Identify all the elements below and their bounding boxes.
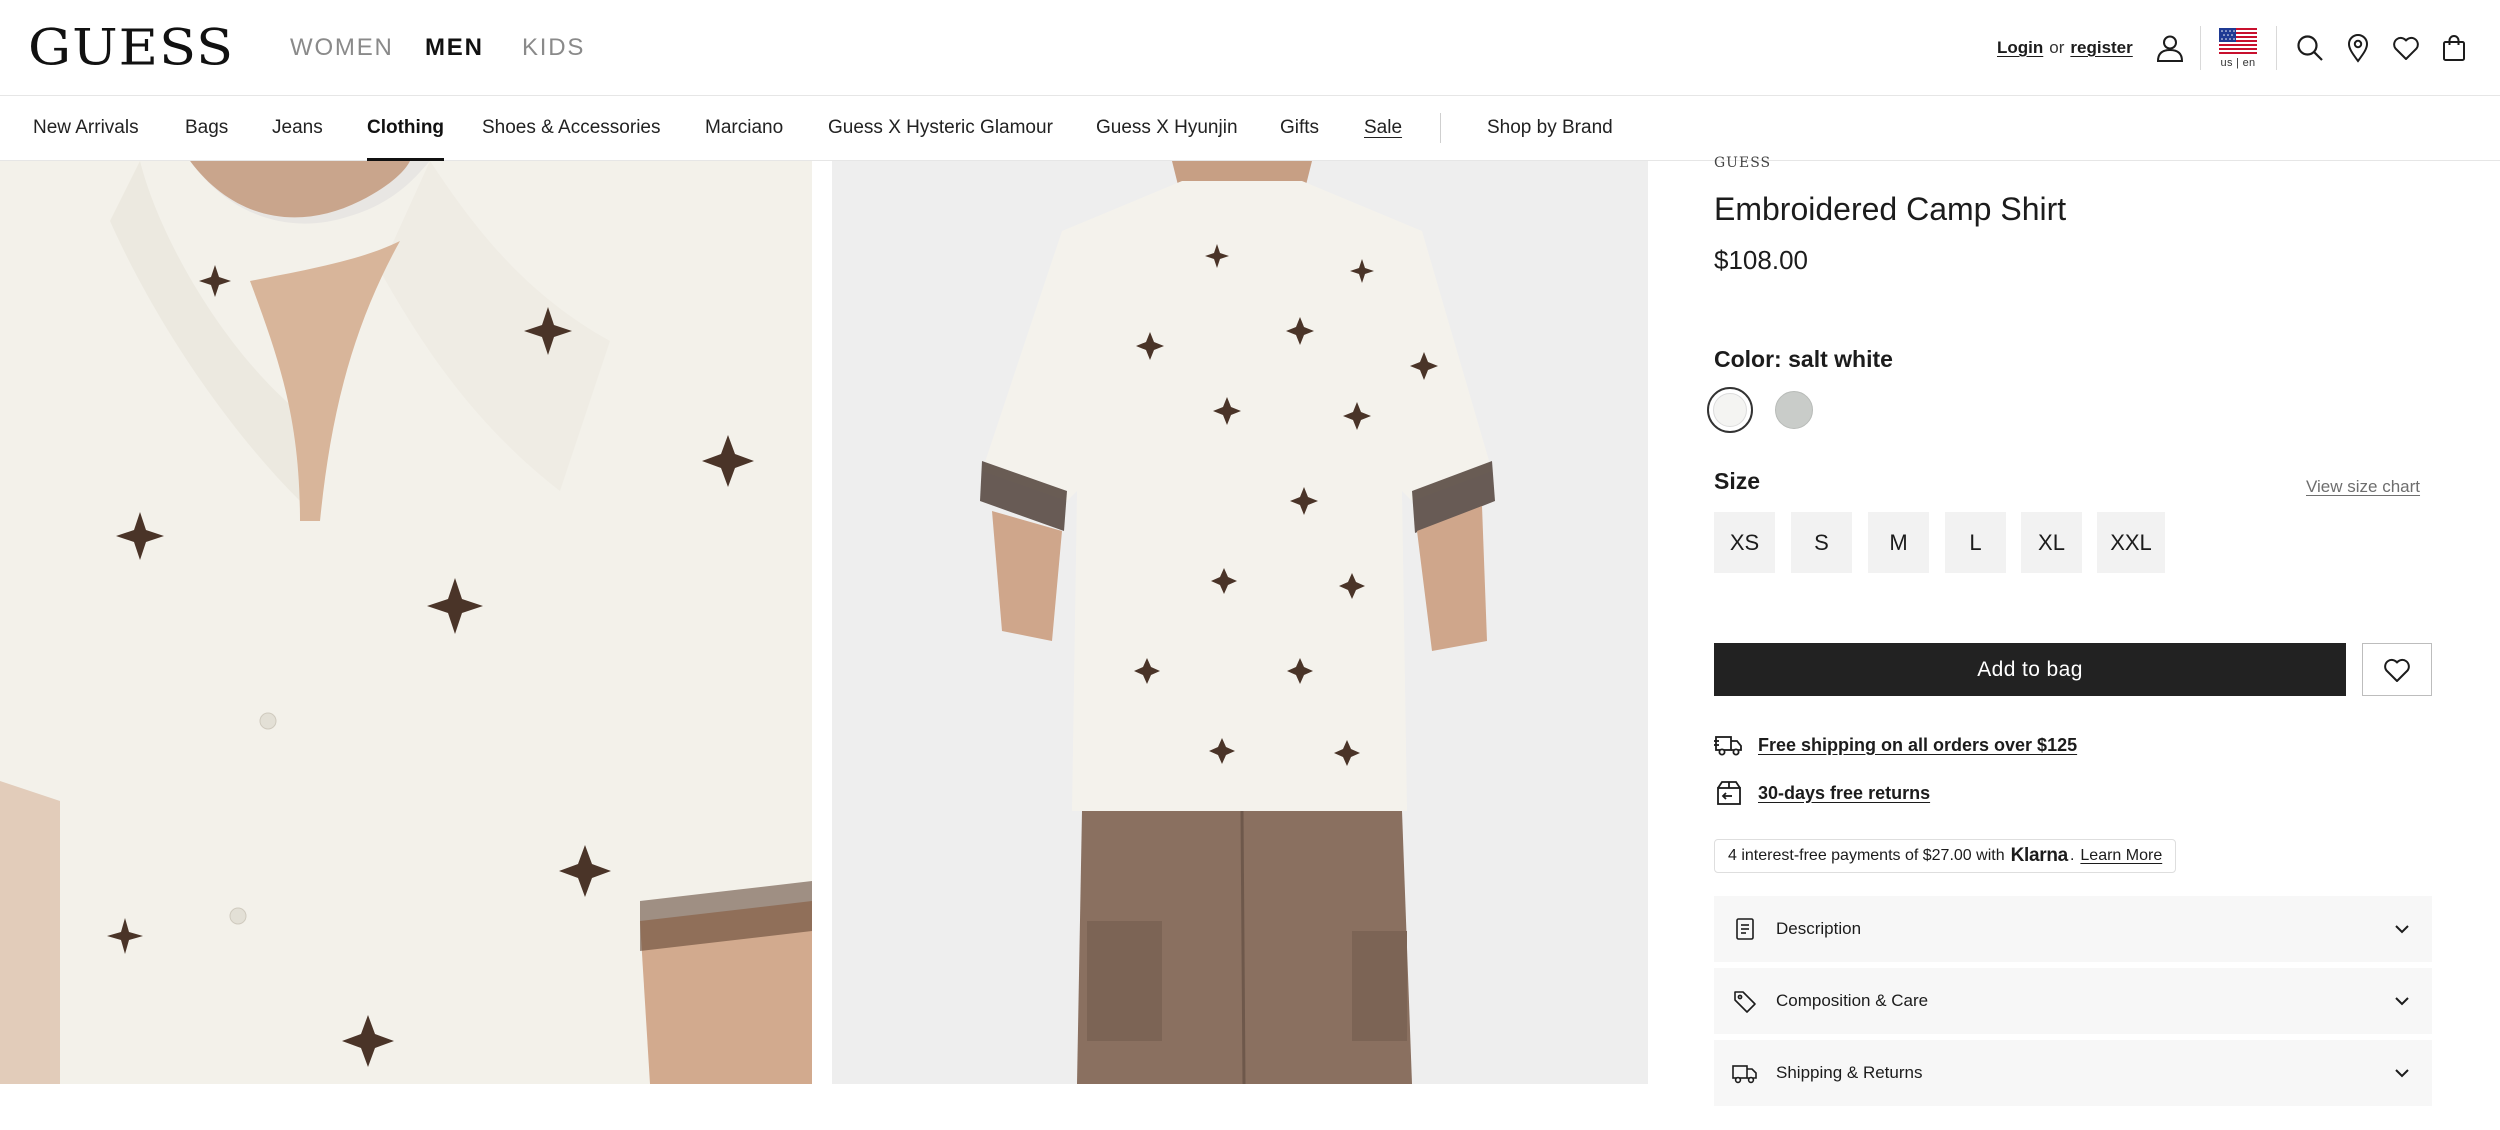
nav-bags[interactable]: Bags — [185, 115, 228, 141]
dept-men[interactable]: MEN — [425, 33, 484, 63]
nav-gifts[interactable]: Gifts — [1280, 115, 1319, 141]
chevron-down-icon — [2395, 997, 2409, 1006]
size-xs-button[interactable]: XS — [1714, 512, 1775, 573]
product-brand: GUESS — [1714, 155, 1772, 171]
dept-kids[interactable]: KIDS — [522, 33, 585, 63]
klarna-text: 4 interest-free payments of $27.00 with — [1728, 847, 2005, 864]
product-price: $108.00 — [1714, 245, 1808, 275]
return-box-icon — [1717, 781, 1741, 805]
nav-hysteric-glamour[interactable]: Guess X Hysteric Glamour — [828, 115, 1053, 141]
klarna-punct: . — [2069, 847, 2075, 864]
size-l-button[interactable]: L — [1945, 512, 2006, 573]
free-shipping-link[interactable]: Free shipping on all orders over $125 — [1758, 735, 2077, 756]
header-divider — [2200, 26, 2201, 70]
store-locator-icon[interactable] — [2338, 28, 2378, 68]
product-title: Embroidered Camp Shirt — [1714, 191, 2067, 227]
klarna-learn-more-link[interactable]: Learn More — [2080, 847, 2162, 865]
free-shipping-perk: Free shipping on all orders over $125 — [1714, 730, 2077, 760]
accordion-shipping-label: Shipping & Returns — [1776, 1063, 1923, 1082]
add-to-wishlist-button[interactable] — [2362, 643, 2432, 696]
tag-icon — [1732, 988, 1758, 1014]
dept-women[interactable]: WOMEN — [290, 33, 394, 63]
wishlist-icon[interactable] — [2386, 28, 2426, 68]
free-returns-link[interactable]: 30-days free returns — [1758, 783, 1930, 804]
locale-selector[interactable]: us | en — [2218, 28, 2258, 70]
size-label: Size — [1714, 468, 1761, 494]
nav-hyunjin[interactable]: Guess X Hyunjin — [1096, 115, 1238, 141]
chevron-down-icon — [2395, 1069, 2409, 1078]
nav-clothing[interactable]: Clothing — [367, 115, 445, 161]
nav-divider — [1440, 113, 1441, 143]
product-photo-back — [832, 161, 1648, 1084]
color-swatch-grey[interactable] — [1775, 391, 1813, 429]
or-text: or — [2049, 38, 2065, 57]
product-image-front[interactable] — [0, 161, 812, 1084]
delivery-truck-icon — [1732, 1060, 1758, 1086]
free-returns-perk: 30-days free returns — [1714, 778, 1930, 808]
accordion-shipping-returns[interactable]: Shipping & Returns — [1714, 1040, 2432, 1106]
add-to-bag-button[interactable]: Add to bag — [1714, 643, 2346, 696]
category-nav: New Arrivals Bags Jeans Clothing Shoes &… — [0, 97, 2500, 161]
nav-sale[interactable]: Sale — [1364, 115, 1402, 141]
nav-jeans[interactable]: Jeans — [272, 115, 323, 141]
search-icon[interactable] — [2290, 28, 2330, 68]
accordion-composition-label: Composition & Care — [1776, 991, 1929, 1010]
size-xl-button[interactable]: XL — [2021, 512, 2082, 573]
delivery-truck-icon — [1714, 736, 1742, 756]
accordion-composition-care[interactable]: Composition & Care — [1714, 968, 2432, 1034]
nav-shoes-accessories[interactable]: Shoes & Accessories — [482, 115, 660, 141]
klarna-banner: 4 interest-free payments of $27.00 with … — [1714, 839, 2177, 873]
account-icon[interactable] — [2150, 28, 2190, 68]
login-register: Login or register — [1997, 37, 2133, 59]
chevron-down-icon — [2395, 925, 2409, 934]
header-divider — [2276, 26, 2277, 70]
document-icon — [1732, 916, 1758, 942]
size-s-button[interactable]: S — [1791, 512, 1852, 573]
us-flag-icon — [2219, 28, 2257, 54]
size-xxl-button[interactable]: XXL — [2097, 512, 2165, 573]
nav-new-arrivals[interactable]: New Arrivals — [33, 115, 139, 141]
heart-icon — [2384, 658, 2410, 682]
product-image-back[interactable] — [832, 161, 1648, 1084]
top-header: GUESS WOMEN MEN KIDS Login or register us … — [0, 0, 2500, 96]
product-photo-front — [0, 161, 812, 1084]
color-label: Color: salt white — [1714, 344, 1893, 374]
login-link[interactable]: Login — [1997, 38, 2043, 57]
color-value: salt white — [1788, 346, 1893, 372]
color-label-text: Color: — [1714, 346, 1782, 372]
guess-logo[interactable]: GUESS — [28, 17, 234, 80]
nav-marciano[interactable]: Marciano — [705, 115, 783, 141]
swatch-fill — [1713, 393, 1747, 427]
size-chart-link[interactable]: View size chart — [2306, 476, 2420, 498]
accordion-description-label: Description — [1776, 919, 1862, 938]
nav-shop-by-brand[interactable]: Shop by Brand — [1487, 115, 1613, 141]
locale-label: us | en — [2220, 57, 2256, 69]
size-m-button[interactable]: M — [1868, 512, 1929, 573]
klarna-logo: Klarna — [2010, 845, 2069, 866]
accordion-description[interactable]: Description — [1714, 896, 2432, 962]
shopping-bag-icon[interactable] — [2434, 28, 2474, 68]
color-swatch-salt-white[interactable] — [1707, 387, 1753, 433]
register-link[interactable]: register — [2070, 38, 2132, 57]
